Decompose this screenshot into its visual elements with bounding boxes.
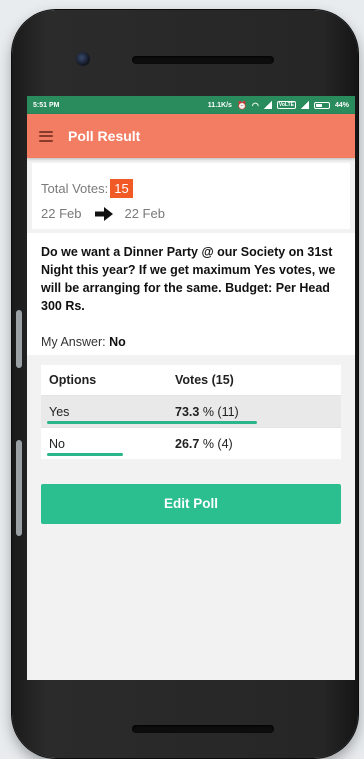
end-date: 22 Feb	[124, 206, 165, 221]
vote-bar	[47, 421, 257, 424]
options-header: Options	[49, 373, 97, 387]
app-bar: Poll Result	[27, 114, 355, 158]
front-camera	[76, 52, 90, 66]
table-header: Options Votes (15)	[41, 365, 341, 395]
arrow-right-icon	[95, 206, 114, 221]
status-time: 5:51 PM	[33, 101, 60, 109]
table-row-no: No 26.7 % (4)	[41, 427, 341, 459]
earpiece-speaker	[132, 56, 274, 64]
table-row-yes: Yes 73.3 % (11)	[41, 395, 341, 427]
start-date: 22 Feb	[41, 206, 82, 221]
volte-badge: VoLTE	[276, 101, 296, 109]
battery-icon	[313, 101, 330, 109]
question-card: Do we want a Dinner Party @ our Society …	[27, 233, 355, 355]
status-icons: 11.1K/s ⏰ ◠ VoLTE 44%	[208, 101, 349, 110]
screen: 5:51 PM 11.1K/s ⏰ ◠ VoLTE 44% Poll Resul…	[27, 96, 355, 680]
poll-question: Do we want a Dinner Party @ our Society …	[41, 245, 336, 313]
wifi-icon: ◠	[251, 100, 259, 110]
vote-count: (11)	[217, 404, 239, 419]
total-votes-label: Total Votes:	[41, 181, 109, 196]
signal-icon-2	[300, 101, 309, 109]
vote-result: 73.3 % (11)	[175, 404, 239, 419]
option-label: Yes	[49, 404, 70, 419]
results-table: Options Votes (15) Yes 73.3 % (11) No 26…	[41, 365, 341, 459]
my-answer-label: My Answer:	[41, 335, 106, 349]
signal-icon	[263, 101, 272, 109]
date-range-row: 22 Feb 22 Feb	[41, 206, 341, 221]
page-title: Poll Result	[68, 128, 141, 144]
hamburger-menu-icon[interactable]	[39, 130, 53, 142]
edit-poll-button[interactable]: Edit Poll	[41, 484, 341, 524]
bottom-speaker	[132, 725, 274, 733]
alarm-icon: ⏰	[236, 100, 247, 110]
net-speed: 11.1K/s	[207, 101, 232, 109]
total-votes-badge: 15	[110, 179, 133, 198]
option-label: No	[49, 436, 65, 451]
votes-header: Votes (15)	[175, 373, 234, 387]
my-answer-value: No	[109, 335, 126, 349]
battery-percent: 44%	[334, 101, 349, 109]
summary-card: Total Votes: 15 22 Feb 22 Feb	[32, 163, 350, 229]
power-button	[16, 440, 22, 536]
vote-percent: 73.3	[175, 404, 200, 419]
my-answer: My Answer: No	[41, 335, 343, 349]
status-bar: 5:51 PM 11.1K/s ⏰ ◠ VoLTE 44%	[27, 96, 355, 114]
vote-count: (4)	[217, 436, 233, 451]
vote-bar	[47, 453, 123, 456]
volume-button	[16, 310, 22, 368]
total-votes-row: Total Votes: 15	[41, 179, 341, 198]
vote-result: 26.7 % (4)	[175, 436, 233, 451]
vote-percent: 26.7	[175, 436, 200, 451]
